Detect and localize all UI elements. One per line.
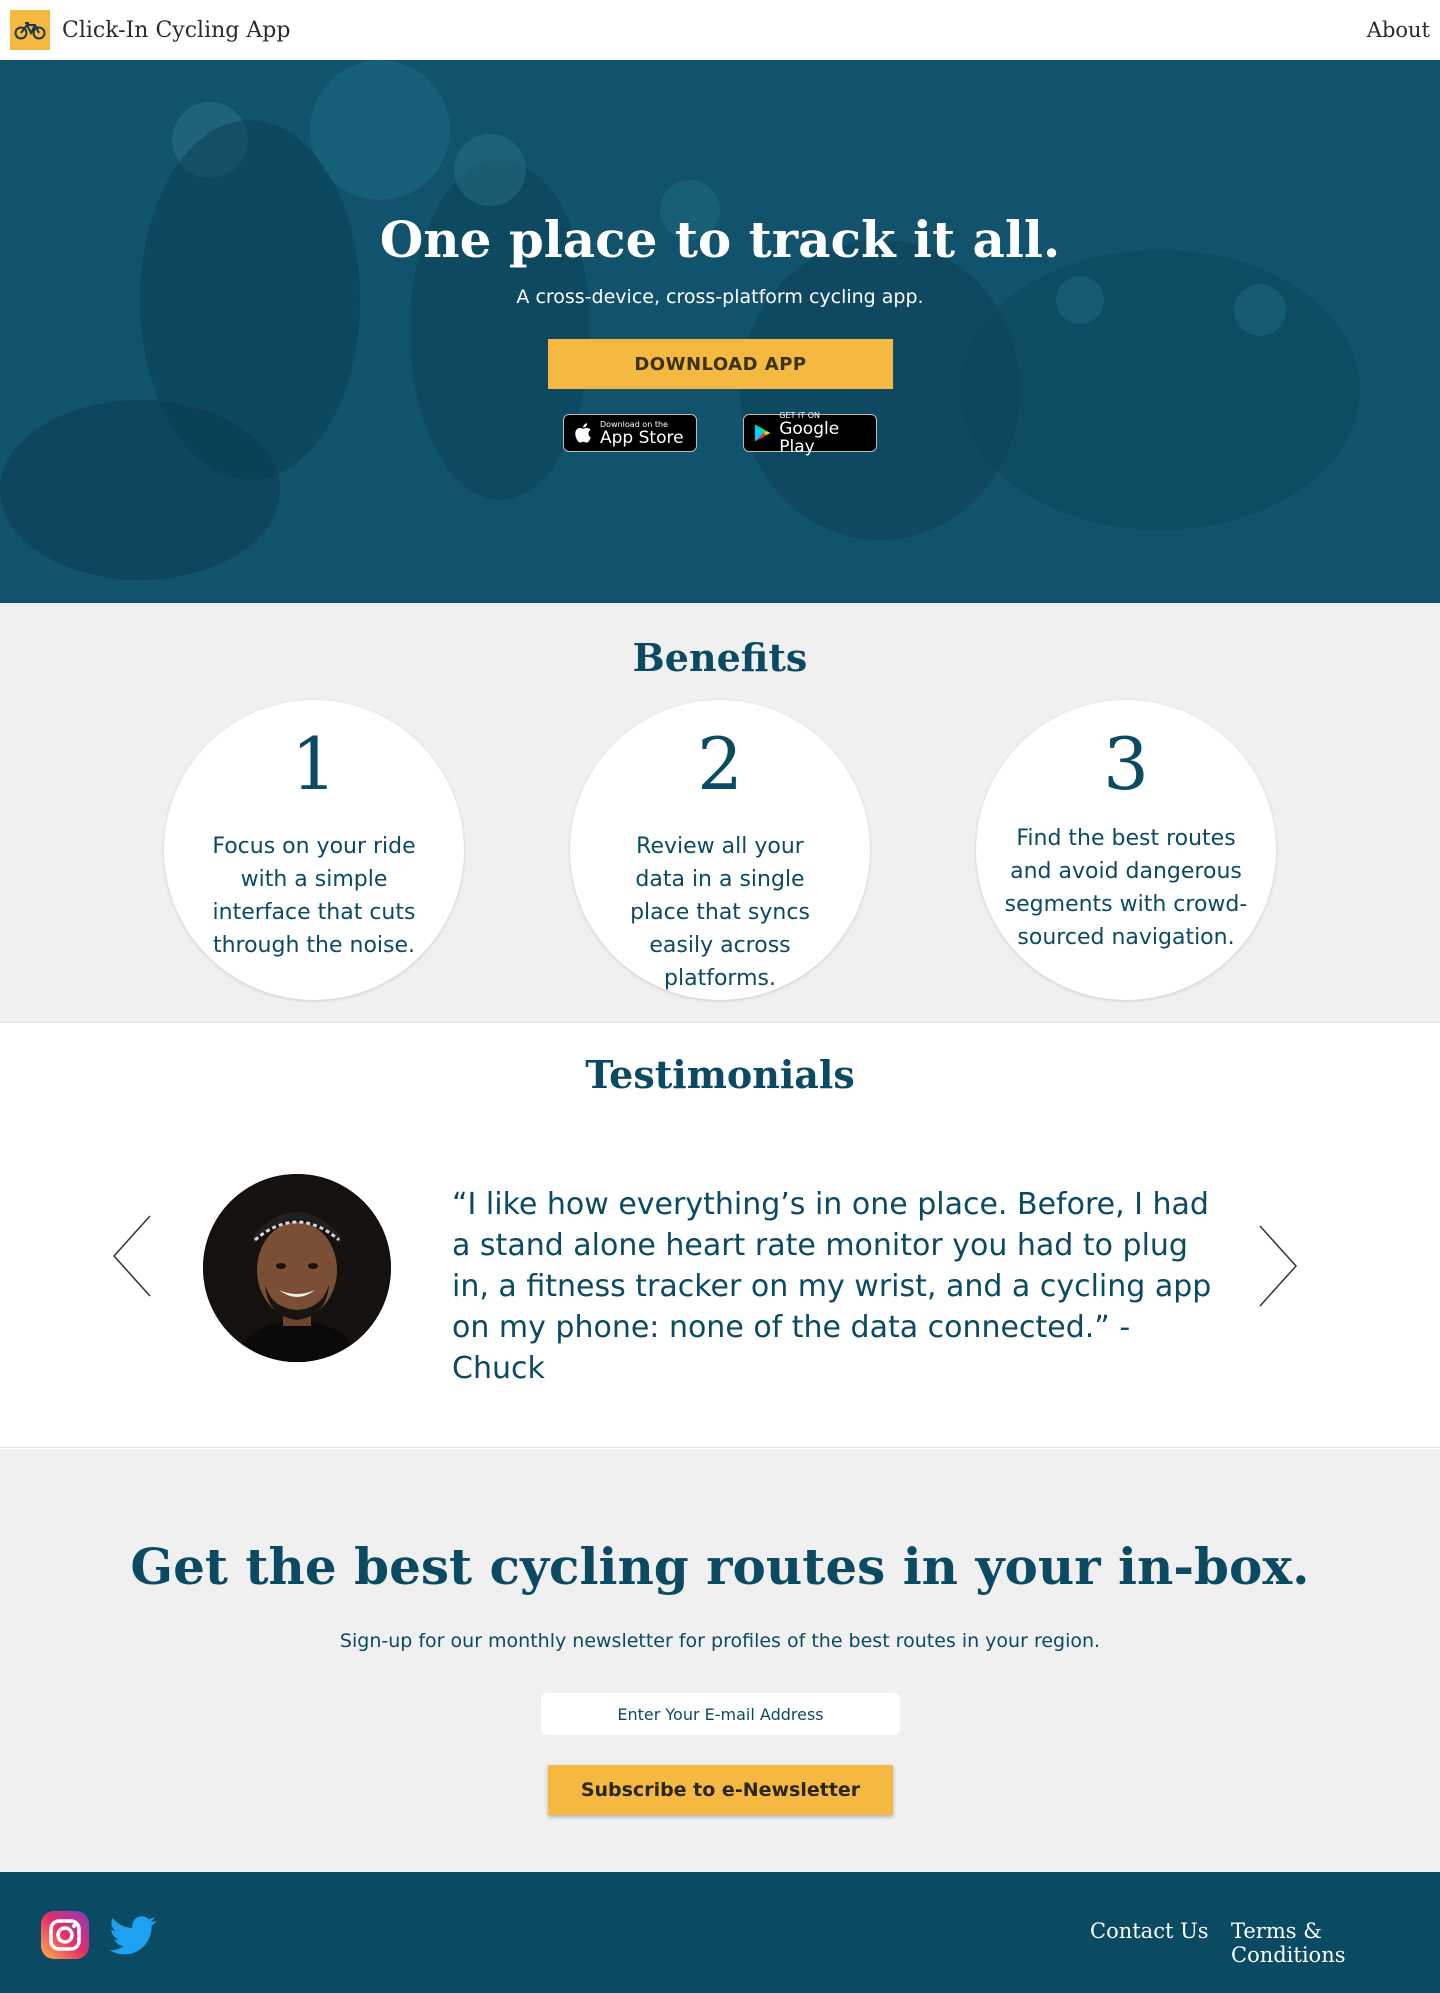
site-header: Click-In Cycling App About — [0, 0, 1440, 60]
benefit-number: 2 — [697, 722, 743, 806]
chevron-left-icon — [112, 1215, 151, 1297]
google-play-big-label: Google Play — [779, 418, 840, 457]
bicycle-icon — [10, 10, 50, 50]
instagram-icon — [41, 1911, 89, 1959]
instagram-link[interactable] — [40, 1910, 90, 1960]
chevron-right-icon — [1259, 1225, 1298, 1307]
contact-us-link[interactable]: Contact Us — [1090, 1919, 1209, 1943]
testimonial-quote: “I like how everything’s in one place. B… — [452, 1187, 1212, 1386]
testimonials-section: Testimonials “I like how everything’s in… — [0, 1024, 1440, 1448]
newsletter-subtitle: Sign-up for our monthly newsletter for p… — [339, 1630, 1101, 1652]
newsletter-section: Get the best cycling routes in your in-b… — [0, 1449, 1440, 1872]
benefit-number: 1 — [291, 722, 337, 806]
twitter-icon — [109, 1916, 157, 1955]
hero-section: One place to track it all. A cross-devic… — [0, 60, 1440, 603]
benefit-number: 3 — [1103, 722, 1149, 806]
benefit-text: Focus on your ride with a simple interfa… — [212, 834, 416, 958]
app-store-badge[interactable]: Download on the App Store — [563, 414, 697, 452]
google-play-badge[interactable]: GET IT ON Google Play — [743, 411, 877, 456]
twitter-link[interactable] — [108, 1910, 158, 1960]
benefit-text: Review all your data in a single place t… — [630, 834, 810, 991]
hero-content: One place to track it all. A cross-devic… — [0, 60, 1440, 603]
hero-subtitle: A cross-device, cross-platform cycling a… — [516, 286, 924, 308]
avatar — [203, 1174, 391, 1362]
benefits-title: Benefits — [632, 635, 808, 680]
download-app-button[interactable]: DOWNLOAD APP — [548, 339, 893, 389]
benefit-card: 1 Focus on your ride with a simple inter… — [164, 700, 464, 1000]
testimonials-title: Testimonials — [585, 1052, 855, 1097]
subscribe-button[interactable]: Subscribe to e-Newsletter — [548, 1765, 893, 1815]
newsletter-title: Get the best cycling routes in your in-b… — [130, 1537, 1310, 1596]
benefit-card: 2 Review all your data in a single place… — [570, 700, 870, 1000]
nav-about-link[interactable]: About — [1367, 18, 1430, 42]
benefit-card: 3 Find the best routes and avoid dangero… — [976, 700, 1276, 1000]
apple-icon — [575, 423, 591, 443]
terms-link[interactable]: Terms & Conditions — [1231, 1919, 1440, 1967]
email-input[interactable] — [541, 1693, 900, 1735]
carousel-next-button[interactable] — [1254, 1224, 1300, 1311]
hero-title: One place to track it all. — [379, 210, 1061, 269]
testimonial-photo — [203, 1174, 391, 1362]
brand[interactable]: Click-In Cycling App — [10, 10, 290, 50]
carousel-prev-button[interactable] — [110, 1214, 156, 1301]
app-store-big-label: App Store — [600, 427, 684, 448]
site-footer: Contact Us Terms & Conditions — [0, 1872, 1440, 1993]
brand-name: Click-In Cycling App — [62, 17, 291, 43]
benefits-section: Benefits 1 Focus on your ride with a sim… — [0, 603, 1440, 1023]
google-play-icon — [754, 424, 771, 442]
benefit-text: Find the best routes and avoid dangerous… — [1004, 826, 1248, 950]
